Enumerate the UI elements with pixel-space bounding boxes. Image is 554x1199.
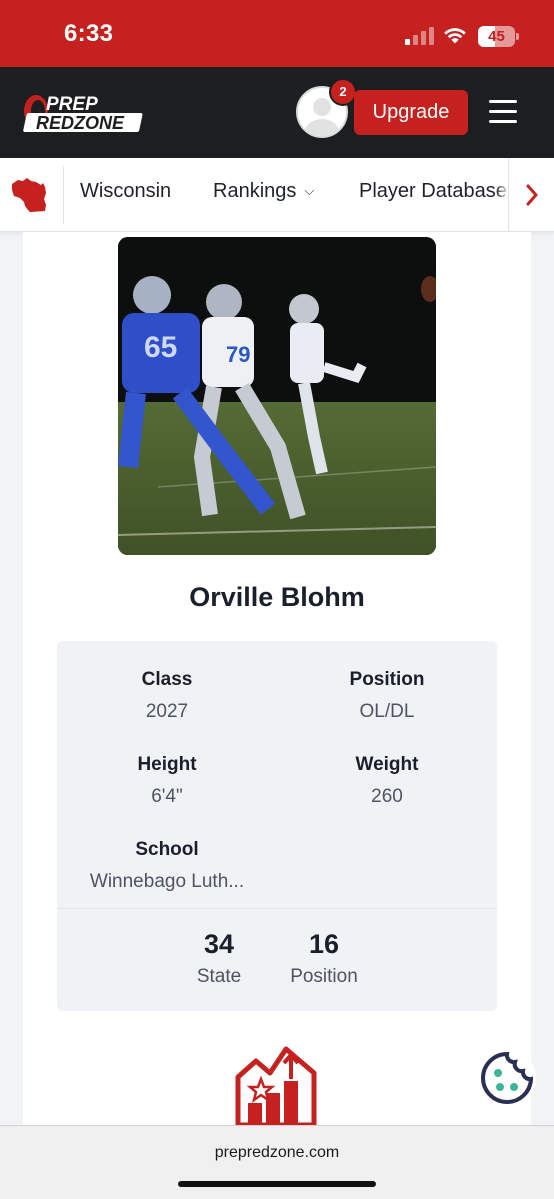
browser-address-bar[interactable]: prepredzone.com [0, 1125, 554, 1199]
divider [63, 166, 64, 224]
cookie-settings-button[interactable] [478, 1049, 536, 1107]
player-photo: 79 65 [118, 237, 436, 555]
stat-value: Winnebago Luth... [89, 871, 245, 892]
rank-label: Position [290, 966, 358, 987]
site-header: PREP REDZONE [0, 67, 554, 158]
nav-item-label: Wisconsin [80, 180, 172, 202]
stat-label: School [135, 839, 199, 860]
menu-icon[interactable] [489, 100, 517, 124]
browser-url[interactable]: prepredzone.com [0, 1144, 554, 1162]
stat-height: Height 6'4" [57, 754, 277, 808]
stat-label: Height [137, 754, 197, 775]
sub-navigation: Wisconsin Rankings ⌵ Player Database [0, 158, 554, 232]
scroll-right-button[interactable] [508, 158, 554, 231]
nav-item-label: Player Database [359, 180, 507, 202]
stat-class: Class 2027 [57, 669, 277, 723]
nav-item-label: Rankings [213, 180, 297, 202]
rank-position[interactable]: 16 Position [279, 929, 369, 988]
divider [57, 908, 497, 909]
player-name: Orville Blohm [189, 582, 365, 612]
svg-text:65: 65 [144, 331, 177, 364]
stat-value: OL/DL [359, 701, 415, 722]
rank-number: 16 [308, 929, 340, 959]
svg-text:REDZONE: REDZONE [36, 113, 125, 133]
wifi-icon [444, 28, 466, 44]
stat-value: 260 [371, 786, 403, 807]
prep-redzone-logo[interactable]: PREP REDZONE [22, 89, 150, 135]
player-card: 79 65 Orville Blohm Class 2027 Position … [23, 232, 531, 1199]
cookie-icon [481, 1051, 534, 1104]
rank-label: State [196, 966, 242, 987]
rankings-house-icon [235, 1046, 317, 1127]
stat-weight: Weight 260 [277, 754, 497, 808]
battery-level: 45 [488, 28, 505, 45]
nav-item-rankings[interactable]: Rankings ⌵ [213, 180, 314, 203]
stat-school: School Winnebago Luth... [57, 839, 277, 893]
status-bar: 6:33 45 [0, 0, 554, 67]
home-indicator[interactable] [178, 1181, 376, 1187]
svg-text:79: 79 [226, 342, 250, 367]
stat-value: 6'4" [151, 786, 183, 807]
svg-text:PREP: PREP [46, 94, 98, 115]
stat-label: Weight [355, 754, 419, 775]
cellular-signal-icon [405, 27, 435, 45]
upgrade-button[interactable]: Upgrade [354, 90, 468, 135]
rank-state[interactable]: 34 State [179, 929, 259, 988]
rank-number: 34 [203, 929, 235, 959]
chevron-right-icon [526, 184, 538, 206]
stat-label: Position [349, 669, 425, 690]
stat-value: 2027 [145, 701, 189, 722]
nav-item-player-database[interactable]: Player Database [359, 180, 507, 203]
player-stats: Class 2027 Position OL/DL Height 6'4" We… [57, 641, 497, 1011]
wisconsin-state-icon[interactable] [8, 172, 52, 218]
notification-badge[interactable]: 2 [331, 80, 355, 104]
stat-position: Position OL/DL [277, 669, 497, 723]
status-time: 6:33 [64, 20, 114, 47]
nav-item-wisconsin[interactable]: Wisconsin [80, 180, 171, 203]
battery-icon: 45 [478, 26, 519, 47]
stat-label: Class [141, 669, 193, 690]
chevron-down-icon: ⌵ [304, 183, 315, 198]
